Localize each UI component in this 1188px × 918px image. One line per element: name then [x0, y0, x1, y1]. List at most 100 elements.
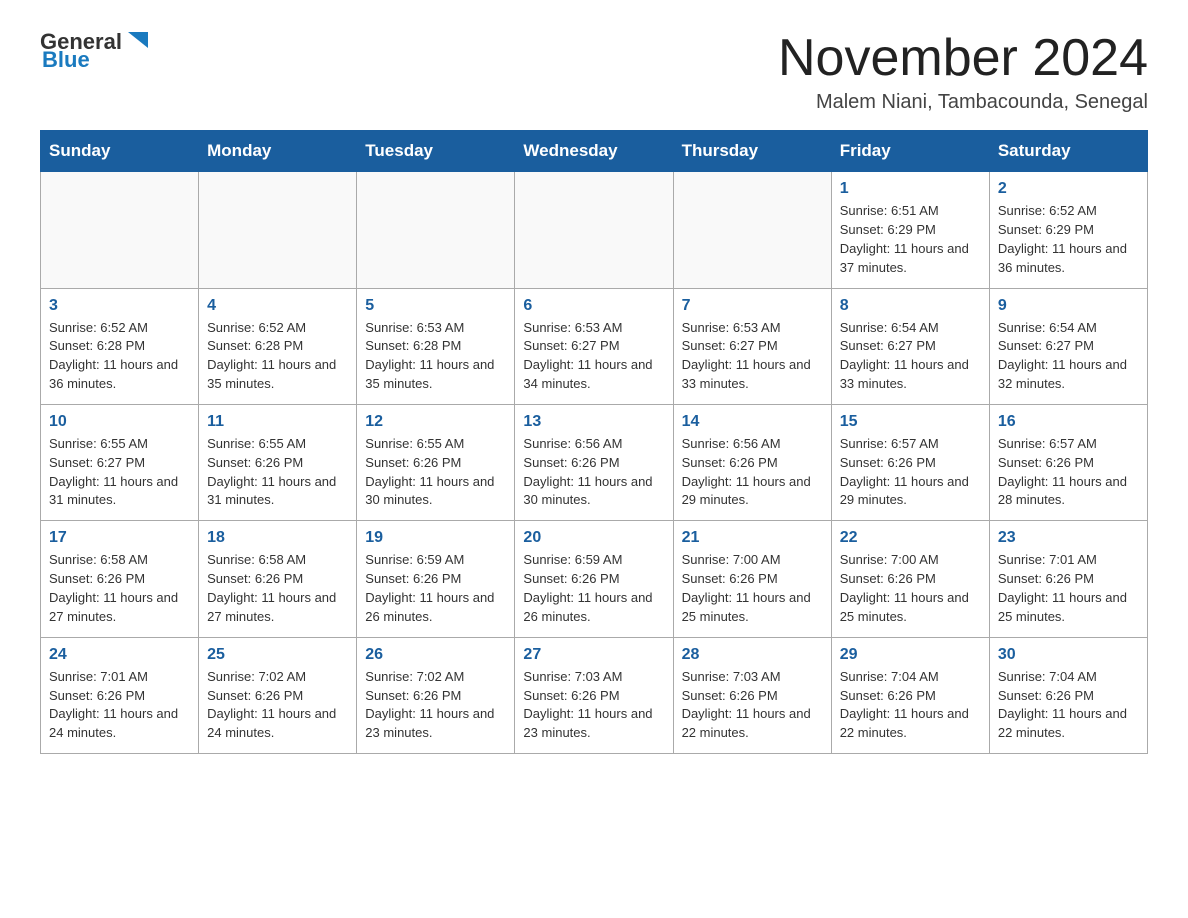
day-number: 5: [365, 297, 506, 315]
calendar-cell: 15Sunrise: 6:57 AMSunset: 6:26 PMDayligh…: [831, 404, 989, 520]
calendar-cell: [357, 172, 515, 288]
day-number: 4: [207, 297, 348, 315]
day-number: 20: [523, 529, 664, 547]
calendar-cell: 8 Sunrise: 6:54 AMSunset: 6:27 PMDaylight…: [831, 288, 989, 404]
calendar-cell: 25 Sunrise: 7:02 AMSunset: 6:26 PMDayligh…: [199, 637, 357, 753]
day-info: Sunrise: 6:59 AMSunset: 6:26 PMDaylight:…: [523, 551, 664, 626]
calendar-cell: 4 Sunrise: 6:52 AMSunset: 6:28 PMDaylight…: [199, 288, 357, 404]
day-number: 21: [682, 529, 823, 547]
day-number: 14: [682, 413, 823, 431]
weekday-header-wednesday: Wednesday: [515, 131, 673, 172]
calendar-cell: 27 Sunrise: 7:03 AMSunset: 6:26 PMDayligh…: [515, 637, 673, 753]
weekday-header-friday: Friday: [831, 131, 989, 172]
calendar-cell: 30 Sunrise: 7:04 AMSunset: 6:26 PMDayligh…: [989, 637, 1147, 753]
calendar-subtitle: Malem Niani, Tambacounda, Senegal: [778, 91, 1148, 114]
day-number: 8: [840, 297, 981, 315]
day-number: 9: [998, 297, 1139, 315]
calendar-cell: 28 Sunrise: 7:03 AMSunset: 6:26 PMDayligh…: [673, 637, 831, 753]
calendar-cell: 7 Sunrise: 6:53 AMSunset: 6:27 PMDaylight…: [673, 288, 831, 404]
calendar-table: SundayMondayTuesdayWednesdayThursdayFrid…: [40, 130, 1148, 754]
day-number: 10: [49, 413, 190, 431]
calendar-cell: [515, 172, 673, 288]
day-number: 25: [207, 646, 348, 664]
calendar-cell: 29Sunrise: 7:04 AMSunset: 6:26 PMDayligh…: [831, 637, 989, 753]
day-info: Sunrise: 6:58 AMSunset: 6:26 PMDaylight:…: [207, 551, 348, 626]
day-info: Sunrise: 6:52 AMSunset: 6:28 PMDaylight:…: [207, 319, 348, 394]
day-number: 6: [523, 297, 664, 315]
day-number: 22: [840, 529, 981, 547]
calendar-cell: 9 Sunrise: 6:54 AMSunset: 6:27 PMDaylight…: [989, 288, 1147, 404]
day-number: 11: [207, 413, 348, 431]
day-info: Sunrise: 6:57 AMSunset: 6:26 PMDaylight:…: [998, 435, 1139, 510]
day-number: 18: [207, 529, 348, 547]
day-info: Sunrise: 6:56 AMSunset: 6:26 PMDaylight:…: [523, 435, 664, 510]
calendar-cell: 21Sunrise: 7:00 AMSunset: 6:26 PMDayligh…: [673, 521, 831, 637]
day-number: 19: [365, 529, 506, 547]
day-info: Sunrise: 6:55 AMSunset: 6:26 PMDaylight:…: [365, 435, 506, 510]
logo: General Blue: [40, 30, 152, 72]
day-info: Sunrise: 6:53 AMSunset: 6:27 PMDaylight:…: [682, 319, 823, 394]
day-info: Sunrise: 7:01 AMSunset: 6:26 PMDaylight:…: [49, 668, 190, 743]
day-number: 27: [523, 646, 664, 664]
day-info: Sunrise: 6:59 AMSunset: 6:26 PMDaylight:…: [365, 551, 506, 626]
calendar-cell: 16 Sunrise: 6:57 AMSunset: 6:26 PMDayligh…: [989, 404, 1147, 520]
day-info: Sunrise: 6:58 AMSunset: 6:26 PMDaylight:…: [49, 551, 190, 626]
day-number: 30: [998, 646, 1139, 664]
calendar-cell: 14Sunrise: 6:56 AMSunset: 6:26 PMDayligh…: [673, 404, 831, 520]
day-number: 23: [998, 529, 1139, 547]
calendar-cell: [673, 172, 831, 288]
day-number: 7: [682, 297, 823, 315]
weekday-header-monday: Monday: [199, 131, 357, 172]
calendar-cell: 17 Sunrise: 6:58 AMSunset: 6:26 PMDayligh…: [41, 521, 199, 637]
day-info: Sunrise: 7:00 AMSunset: 6:26 PMDaylight:…: [840, 551, 981, 626]
page-header: General Blue November 2024 Malem Niani, …: [40, 30, 1148, 114]
weekday-header-saturday: Saturday: [989, 131, 1147, 172]
day-info: Sunrise: 6:53 AMSunset: 6:28 PMDaylight:…: [365, 319, 506, 394]
day-number: 26: [365, 646, 506, 664]
day-info: Sunrise: 7:04 AMSunset: 6:26 PMDaylight:…: [840, 668, 981, 743]
day-info: Sunrise: 7:02 AMSunset: 6:26 PMDaylight:…: [365, 668, 506, 743]
day-number: 2: [998, 180, 1139, 198]
day-info: Sunrise: 7:01 AMSunset: 6:26 PMDaylight:…: [998, 551, 1139, 626]
day-info: Sunrise: 6:51 AMSunset: 6:29 PMDaylight:…: [840, 202, 981, 277]
logo-text-blue: Blue: [42, 47, 90, 72]
calendar-cell: 24Sunrise: 7:01 AMSunset: 6:26 PMDayligh…: [41, 637, 199, 753]
calendar-cell: 22 Sunrise: 7:00 AMSunset: 6:26 PMDayligh…: [831, 521, 989, 637]
calendar-cell: [199, 172, 357, 288]
calendar-cell: 5 Sunrise: 6:53 AMSunset: 6:28 PMDaylight…: [357, 288, 515, 404]
day-info: Sunrise: 6:54 AMSunset: 6:27 PMDaylight:…: [998, 319, 1139, 394]
day-info: Sunrise: 7:02 AMSunset: 6:26 PMDaylight:…: [207, 668, 348, 743]
day-info: Sunrise: 6:54 AMSunset: 6:27 PMDaylight:…: [840, 319, 981, 394]
calendar-cell: 3Sunrise: 6:52 AMSunset: 6:28 PMDaylight…: [41, 288, 199, 404]
day-number: 13: [523, 413, 664, 431]
calendar-cell: 12 Sunrise: 6:55 AMSunset: 6:26 PMDayligh…: [357, 404, 515, 520]
calendar-cell: 13 Sunrise: 6:56 AMSunset: 6:26 PMDayligh…: [515, 404, 673, 520]
day-number: 16: [998, 413, 1139, 431]
day-info: Sunrise: 6:52 AMSunset: 6:29 PMDaylight:…: [998, 202, 1139, 277]
day-number: 17: [49, 529, 190, 547]
day-info: Sunrise: 7:03 AMSunset: 6:26 PMDaylight:…: [682, 668, 823, 743]
calendar-title: November 2024: [778, 30, 1148, 87]
calendar-cell: 26 Sunrise: 7:02 AMSunset: 6:26 PMDayligh…: [357, 637, 515, 753]
calendar-week-5: 24Sunrise: 7:01 AMSunset: 6:26 PMDayligh…: [41, 637, 1148, 753]
calendar-cell: 10 Sunrise: 6:55 AMSunset: 6:27 PMDayligh…: [41, 404, 199, 520]
day-number: 1: [840, 180, 981, 198]
calendar-cell: [41, 172, 199, 288]
day-info: Sunrise: 7:03 AMSunset: 6:26 PMDaylight:…: [523, 668, 664, 743]
day-info: Sunrise: 6:55 AMSunset: 6:26 PMDaylight:…: [207, 435, 348, 510]
calendar-week-2: 3Sunrise: 6:52 AMSunset: 6:28 PMDaylight…: [41, 288, 1148, 404]
calendar-cell: 19 Sunrise: 6:59 AMSunset: 6:26 PMDayligh…: [357, 521, 515, 637]
day-number: 28: [682, 646, 823, 664]
logo-triangle-icon: [124, 26, 152, 54]
calendar-cell: 2 Sunrise: 6:52 AMSunset: 6:29 PMDaylight…: [989, 172, 1147, 288]
calendar-cell: 1 Sunrise: 6:51 AMSunset: 6:29 PMDaylight…: [831, 172, 989, 288]
day-number: 15: [840, 413, 981, 431]
day-info: Sunrise: 6:55 AMSunset: 6:27 PMDaylight:…: [49, 435, 190, 510]
day-info: Sunrise: 6:52 AMSunset: 6:28 PMDaylight:…: [49, 319, 190, 394]
day-info: Sunrise: 7:04 AMSunset: 6:26 PMDaylight:…: [998, 668, 1139, 743]
calendar-cell: 23 Sunrise: 7:01 AMSunset: 6:26 PMDayligh…: [989, 521, 1147, 637]
calendar-week-4: 17 Sunrise: 6:58 AMSunset: 6:26 PMDayligh…: [41, 521, 1148, 637]
calendar-week-3: 10 Sunrise: 6:55 AMSunset: 6:27 PMDayligh…: [41, 404, 1148, 520]
weekday-header-tuesday: Tuesday: [357, 131, 515, 172]
day-number: 12: [365, 413, 506, 431]
